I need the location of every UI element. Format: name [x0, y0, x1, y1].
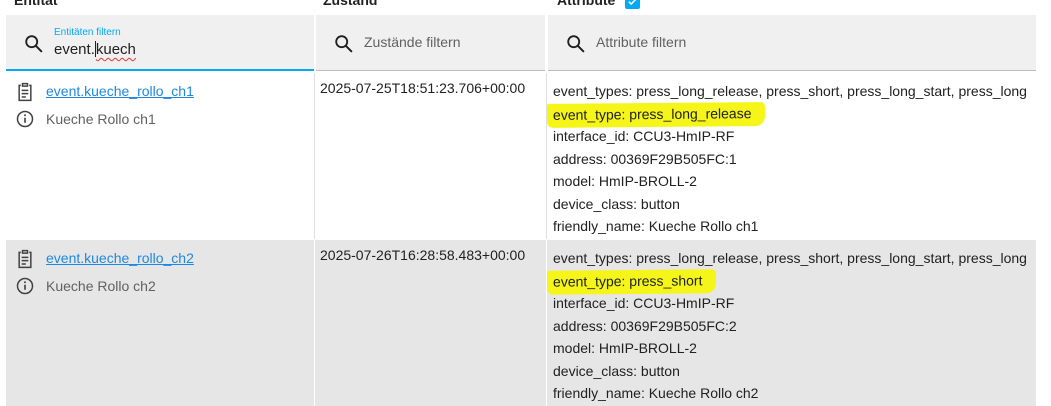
- attribute-line-highlighted: event_type: press_short: [546, 268, 1027, 295]
- entity-filter-text: event.: [54, 41, 95, 58]
- attribute-line: event_types: press_long_release, press_s…: [553, 83, 1027, 99]
- attribute-line: friendly_name: Kueche Rollo ch2: [553, 385, 759, 401]
- highlighted-attribute: event_type: press_short: [546, 268, 717, 295]
- state-filter-placeholder: Zustände filtern: [364, 34, 461, 50]
- entity-link[interactable]: event.kueche_rollo_ch2: [46, 250, 194, 266]
- column-header-state[interactable]: Zustand: [323, 0, 377, 8]
- cell-divider: [314, 240, 315, 406]
- attribute-line: model: HmIP-BROLL-2: [553, 173, 697, 189]
- attribute-line: address: 00369F29B505FC:2: [553, 317, 737, 334]
- attributes-filter-field[interactable]: Attribute filtern: [548, 15, 1036, 71]
- attribute-line-highlighted: event_type: press_long_release: [546, 101, 1027, 128]
- entity-filter-misspelled-text: kuech: [95, 41, 136, 58]
- attribute-line: friendly_name: Kueche Rollo ch1: [553, 218, 759, 234]
- attribute-line: address: 00369F29B505FC:1: [553, 150, 737, 167]
- attributes-toggle-checkbox[interactable]: [625, 0, 640, 9]
- attributes-list: event_types: press_long_release, press_s…: [546, 80, 1027, 238]
- cell-divider: [314, 73, 315, 239]
- state-value: 2025-07-26T16:28:58.483+00:00: [320, 247, 526, 263]
- table-row: event.kueche_rollo_ch2 Kueche Rollo ch2 …: [6, 240, 1036, 406]
- info-icon[interactable]: [15, 276, 35, 296]
- attribute-line: device_class: button: [553, 195, 680, 212]
- state-filter-field[interactable]: Zustände filtern: [316, 15, 545, 71]
- attribute-line: device_class: button: [553, 362, 680, 379]
- clipboard-list-icon[interactable]: [15, 249, 35, 269]
- entity-link[interactable]: event.kueche_rollo_ch1: [46, 83, 194, 99]
- attributes-list: event_types: press_long_release, press_s…: [546, 247, 1027, 405]
- table-row: event.kueche_rollo_ch1 Kueche Rollo ch1 …: [6, 73, 1036, 239]
- cell-divider: [546, 240, 547, 406]
- entity-filter-label: Entitäten filtern: [54, 27, 121, 38]
- entity-filter-input[interactable]: event.kuech: [54, 41, 136, 58]
- column-header-entity[interactable]: Entität: [14, 0, 58, 8]
- search-icon: [25, 35, 43, 53]
- entity-friendly-name: Kueche Rollo ch1: [46, 111, 156, 127]
- attribute-line: interface_id: CCU3-HmIP-RF: [553, 128, 735, 144]
- search-icon: [335, 35, 353, 53]
- search-icon: [567, 35, 585, 53]
- entity-friendly-name: Kueche Rollo ch2: [46, 278, 156, 294]
- attributes-filter-placeholder: Attribute filtern: [596, 34, 687, 50]
- attribute-line: interface_id: CCU3-HmIP-RF: [553, 295, 735, 311]
- checkbox-checked-icon: [628, 0, 637, 6]
- cell-divider: [546, 73, 547, 239]
- clipboard-list-icon[interactable]: [15, 82, 35, 102]
- entity-filter-field[interactable]: Entitäten filtern event.kuech: [6, 15, 314, 71]
- highlighted-attribute: event_type: press_long_release: [546, 101, 766, 128]
- state-value: 2025-07-25T18:51:23.706+00:00: [320, 80, 526, 96]
- attribute-line: model: HmIP-BROLL-2: [553, 340, 697, 356]
- attribute-line: event_types: press_long_release, press_s…: [553, 250, 1027, 266]
- column-header-attributes: Attribute: [557, 0, 616, 8]
- info-icon[interactable]: [15, 109, 35, 129]
